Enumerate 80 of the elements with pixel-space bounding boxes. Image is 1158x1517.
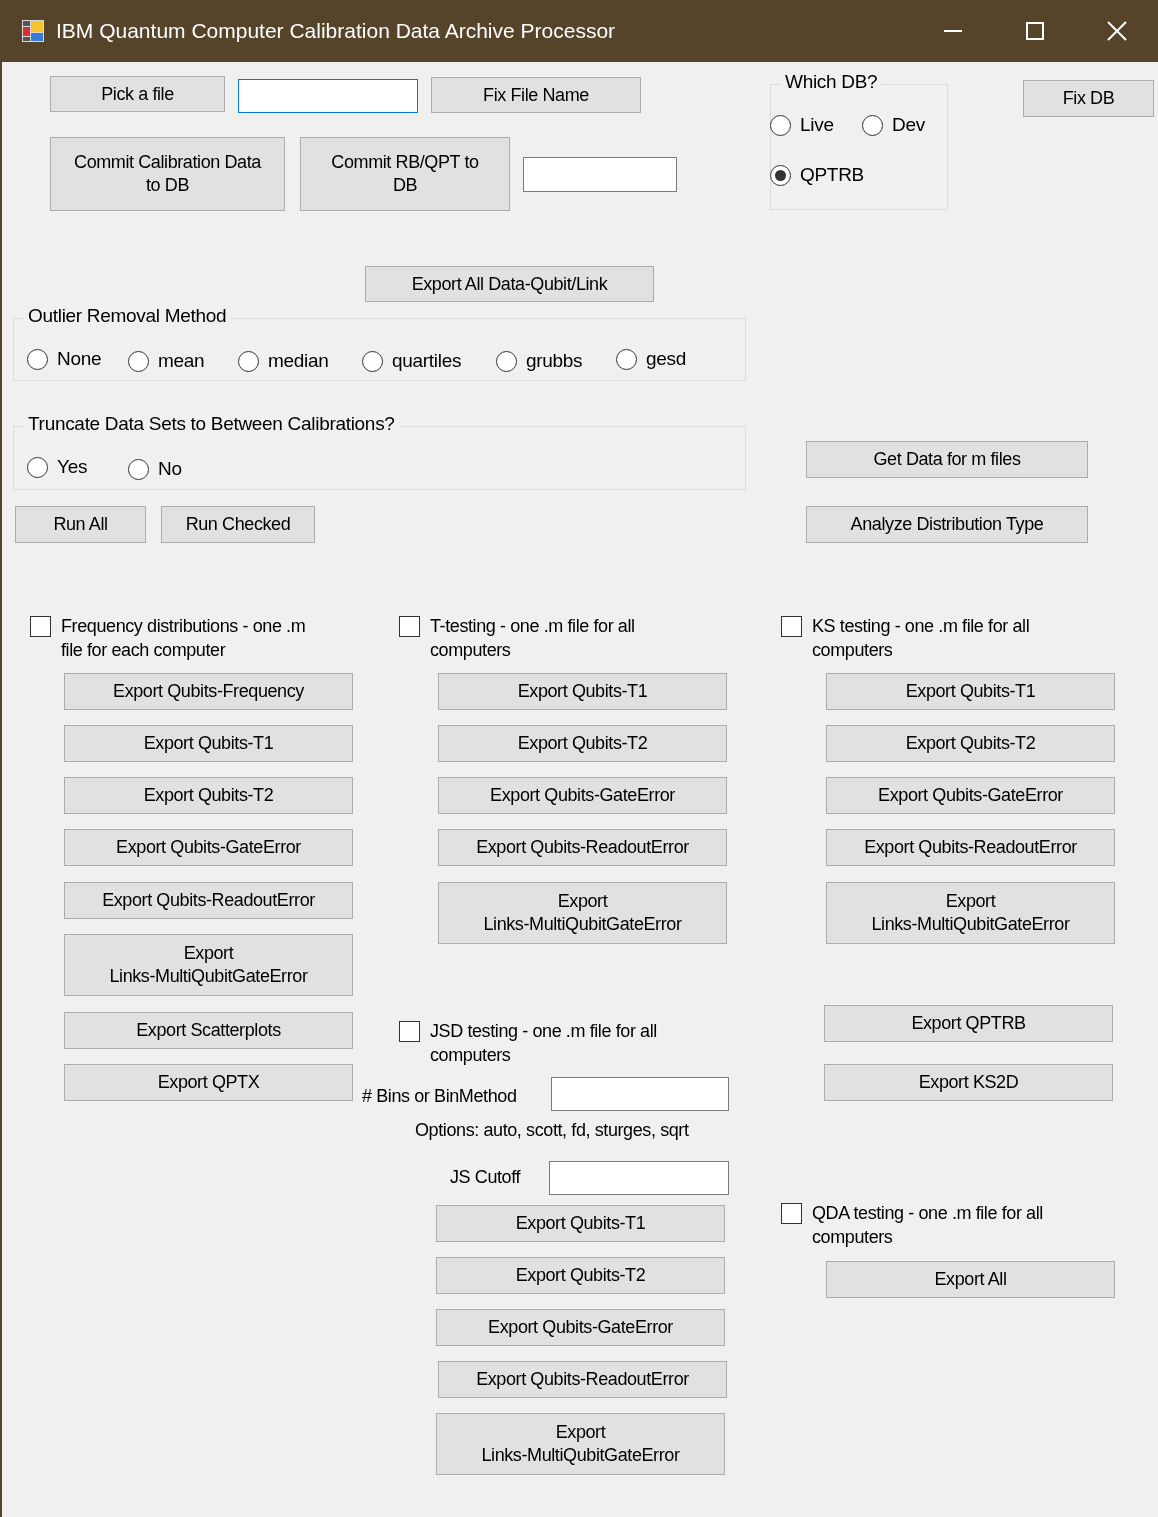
form-button[interactable]: Export QPTRB [824, 1005, 1113, 1042]
form-button[interactable]: Export All Data-Qubit/Link [365, 266, 654, 302]
radio-button[interactable] [128, 458, 149, 480]
form-button[interactable]: Export Links-MultiQubitGateError [438, 882, 727, 944]
radio-button[interactable] [27, 456, 48, 478]
checkbox-label[interactable]: KS testing - one .m file for all computers [812, 614, 1030, 662]
radio-label[interactable]: grubbs [526, 350, 583, 372]
close-icon [1107, 21, 1127, 41]
form-button[interactable]: Export Qubits-ReadoutError [438, 1361, 727, 1398]
form-button[interactable]: Export Qubits-GateError [826, 777, 1115, 814]
form-button[interactable]: Export Qubits-T1 [64, 725, 353, 762]
radio-label[interactable]: quartiles [392, 350, 462, 372]
form-button[interactable]: Export Qubits-T2 [826, 725, 1115, 762]
form-button[interactable]: Export All [826, 1261, 1115, 1298]
radio-button[interactable] [616, 348, 637, 370]
radio-button[interactable] [862, 114, 883, 136]
radio-label[interactable]: median [268, 350, 329, 372]
radio-button[interactable] [128, 350, 149, 372]
form-button[interactable]: Export Qubits-Frequency [64, 673, 353, 710]
checkbox[interactable] [781, 616, 802, 637]
radio-button[interactable] [238, 350, 259, 372]
maximize-icon [1026, 22, 1044, 40]
form-button[interactable]: Fix DB [1023, 80, 1154, 117]
form-button[interactable]: Export Qubits-T1 [436, 1205, 725, 1242]
form-button[interactable]: Run All [15, 506, 146, 543]
form-button[interactable]: Export Qubits-T2 [64, 777, 353, 814]
form-button[interactable]: Export Qubits-GateError [438, 777, 727, 814]
radio-label[interactable]: Yes [57, 456, 88, 478]
form-button[interactable]: Export Qubits-ReadoutError [438, 829, 727, 866]
form-button[interactable]: Pick a file [50, 76, 225, 112]
form-button[interactable]: Export Qubits-GateError [436, 1309, 725, 1346]
window-title: IBM Quantum Computer Calibration Data Archive Processor [56, 19, 617, 43]
app-icon [22, 20, 44, 42]
checkbox[interactable] [399, 1021, 420, 1042]
radio-button[interactable] [496, 350, 517, 372]
form-button[interactable]: Get Data for m files [806, 441, 1088, 478]
form-button[interactable]: Export Qubits-ReadoutError [826, 829, 1115, 866]
checkbox-label[interactable]: QDA testing - one .m file for all computers [812, 1201, 1043, 1249]
field-label: Options: auto, scott, fd, sturges, sqrt [415, 1120, 689, 1141]
checkbox-label[interactable]: JSD testing - one .m file for all computers [430, 1019, 657, 1067]
radio-button[interactable] [27, 348, 48, 370]
radio-label[interactable]: gesd [646, 348, 686, 370]
radio-label[interactable]: mean [158, 350, 205, 372]
form-button[interactable]: Export KS2D [824, 1064, 1113, 1101]
form-button[interactable]: Export Scatterplots [64, 1012, 353, 1049]
field-label: # Bins or BinMethod [362, 1086, 517, 1107]
checkbox-label[interactable]: T-testing - one .m file for all computers [430, 614, 635, 662]
form-button[interactable]: Export Links-MultiQubitGateError [826, 882, 1115, 944]
text-field[interactable] [523, 157, 677, 192]
form-button[interactable]: Export QPTX [64, 1064, 353, 1101]
form-button[interactable]: Commit RB/QPT to DB [300, 137, 510, 211]
checkbox[interactable] [30, 616, 51, 637]
form-button[interactable]: Commit Calibration Data to DB [50, 137, 285, 211]
form-button[interactable]: Run Checked [161, 506, 315, 543]
form-button[interactable]: Export Qubits-T1 [826, 673, 1115, 710]
radio-button[interactable] [770, 114, 791, 136]
form-button[interactable]: Export Qubits-ReadoutError [64, 882, 353, 919]
form-button[interactable]: Export Qubits-T2 [438, 725, 727, 762]
checkbox[interactable] [781, 1203, 802, 1224]
form-button[interactable]: Export Links-MultiQubitGateError [436, 1413, 725, 1475]
form-button[interactable]: Export Links-MultiQubitGateError [64, 934, 353, 996]
minimize-icon [944, 30, 962, 32]
radio-label[interactable]: None [57, 348, 102, 370]
checkbox[interactable] [399, 616, 420, 637]
form-button[interactable]: Export Qubits-T1 [438, 673, 727, 710]
field-label: JS Cutoff [450, 1167, 521, 1188]
form-button[interactable]: Export Qubits-T2 [436, 1257, 725, 1294]
form-button[interactable]: Analyze Distribution Type [806, 506, 1088, 543]
radio-label[interactable]: Live [800, 114, 834, 136]
radio-label[interactable]: QPTRB [800, 164, 864, 186]
form-button[interactable]: Fix File Name [431, 77, 641, 113]
radio-button[interactable] [770, 164, 791, 186]
radio-label[interactable]: Dev [892, 114, 925, 136]
text-field[interactable] [551, 1077, 729, 1111]
radio-button[interactable] [362, 350, 383, 372]
radio-label[interactable]: No [158, 458, 182, 480]
checkbox-label[interactable]: Frequency distributions - one .m file for each computer [61, 614, 306, 662]
text-field[interactable] [549, 1161, 729, 1195]
text-field[interactable] [238, 79, 418, 113]
form-button[interactable]: Export Qubits-GateError [64, 829, 353, 866]
